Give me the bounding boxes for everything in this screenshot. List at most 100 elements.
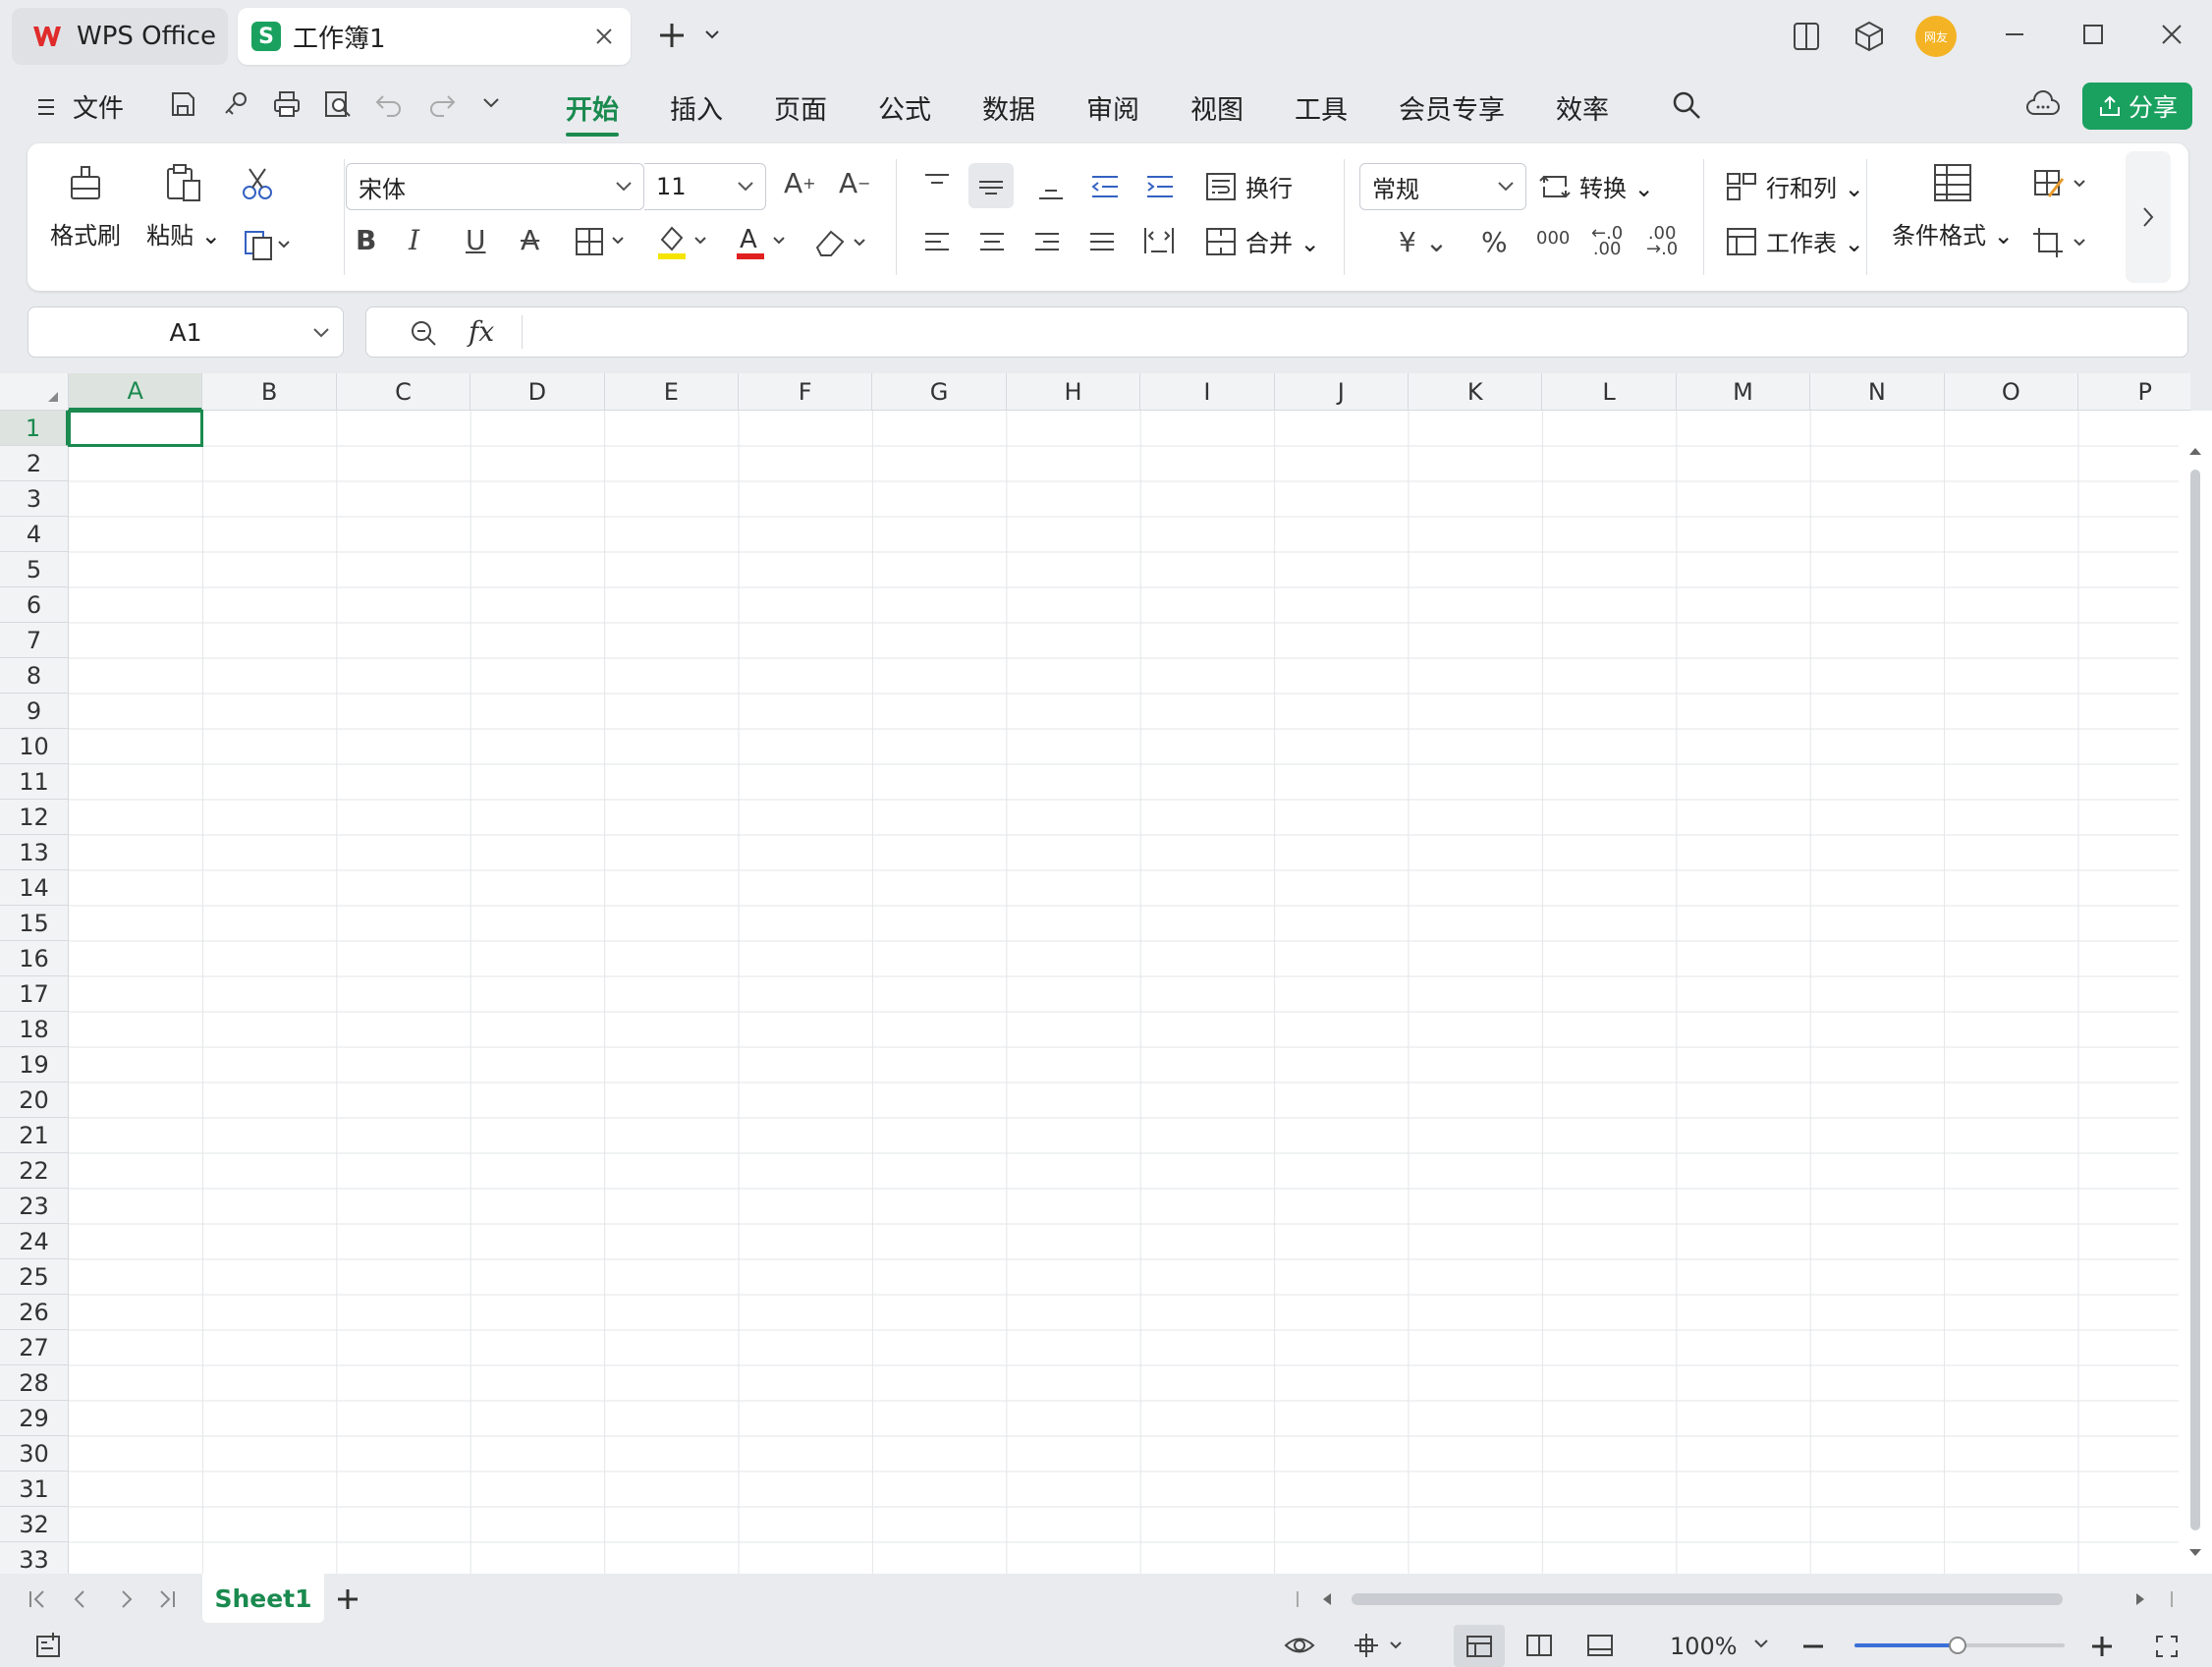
- row-header[interactable]: 5: [0, 552, 69, 587]
- zoom-in-icon[interactable]: [2088, 1633, 2116, 1660]
- row-header[interactable]: 23: [0, 1189, 69, 1224]
- row-header[interactable]: 8: [0, 658, 69, 694]
- thousands-separator-icon[interactable]: 000: [1536, 228, 1570, 249]
- row-header[interactable]: 22: [0, 1153, 69, 1189]
- cell-style-icon[interactable]: [2031, 167, 2090, 202]
- row-header[interactable]: 26: [0, 1295, 69, 1330]
- row-header[interactable]: 3: [0, 481, 69, 517]
- zoom-slider-thumb[interactable]: [1949, 1637, 1966, 1654]
- column-header[interactable]: L: [1542, 373, 1677, 411]
- row-header[interactable]: 18: [0, 1012, 69, 1047]
- clear-format-icon[interactable]: [811, 226, 870, 259]
- tab-efficiency[interactable]: 效率: [1556, 88, 1609, 127]
- align-middle-icon[interactable]: [968, 163, 1014, 208]
- row-header[interactable]: 2: [0, 446, 69, 481]
- cloud-icon[interactable]: [2025, 90, 2061, 120]
- underline-icon[interactable]: U: [466, 224, 486, 256]
- row-header[interactable]: 10: [0, 729, 69, 764]
- close-tab-icon[interactable]: [591, 24, 617, 49]
- scroll-left-icon[interactable]: [1320, 1591, 1334, 1607]
- merge-button[interactable]: 合并 ⌄: [1204, 224, 1320, 258]
- row-header[interactable]: 30: [0, 1436, 69, 1472]
- zoom-formula-icon[interactable]: [408, 317, 439, 349]
- add-sheet-icon[interactable]: [334, 1585, 361, 1613]
- row-header[interactable]: 32: [0, 1507, 69, 1542]
- tab-member[interactable]: 会员专享: [1399, 88, 1505, 127]
- row-header[interactable]: 28: [0, 1365, 69, 1401]
- align-center-icon[interactable]: [976, 228, 1008, 255]
- conditional-format-button[interactable]: 条件格式 ⌄: [1892, 161, 2014, 250]
- fill-color-icon[interactable]: [654, 222, 713, 261]
- decrease-font-icon[interactable]: A −: [839, 167, 871, 199]
- italic-icon[interactable]: I: [409, 224, 419, 256]
- align-right-icon[interactable]: [1031, 228, 1063, 255]
- print-preview-icon[interactable]: [322, 88, 354, 120]
- fx-icon[interactable]: fx: [469, 315, 494, 348]
- tab-tools[interactable]: 工具: [1295, 88, 1348, 127]
- column-header[interactable]: O: [1944, 373, 2078, 411]
- row-header[interactable]: 21: [0, 1118, 69, 1153]
- row-header[interactable]: 20: [0, 1083, 69, 1118]
- column-header[interactable]: I: [1140, 373, 1275, 411]
- column-header[interactable]: H: [1006, 373, 1141, 411]
- wps-home-tab[interactable]: WPS Office: [12, 8, 228, 65]
- print-icon[interactable]: [271, 88, 303, 120]
- zoom-dropdown-icon[interactable]: [1752, 1639, 1770, 1650]
- row-header[interactable]: 17: [0, 976, 69, 1012]
- share-link-icon[interactable]: [220, 88, 251, 120]
- eye-protection-icon[interactable]: [1283, 1631, 1316, 1660]
- align-top-icon[interactable]: [921, 171, 953, 198]
- paste-button[interactable]: 粘贴 ⌄: [146, 161, 221, 250]
- row-header[interactable]: 15: [0, 906, 69, 941]
- column-header[interactable]: G: [872, 373, 1007, 411]
- column-header[interactable]: D: [470, 373, 605, 411]
- decrease-decimal-icon[interactable]: .00 →.0: [1646, 225, 1678, 258]
- file-menu[interactable]: 文件: [35, 88, 124, 125]
- column-header[interactable]: C: [336, 373, 471, 411]
- column-header[interactable]: B: [202, 373, 337, 411]
- close-window-icon[interactable]: [2157, 20, 2186, 49]
- worksheet-button[interactable]: 工作表 ⌄: [1725, 224, 1864, 258]
- copy-icon[interactable]: [242, 226, 291, 261]
- cube-icon[interactable]: [1853, 20, 1886, 53]
- save-icon[interactable]: [167, 88, 198, 120]
- tab-home[interactable]: 开始: [566, 88, 619, 137]
- tab-formula[interactable]: 公式: [878, 88, 931, 127]
- column-header[interactable]: F: [739, 373, 873, 411]
- page-break-view-icon[interactable]: [1585, 1633, 1615, 1658]
- scroll-right-icon[interactable]: [2133, 1591, 2147, 1607]
- convert-button[interactable]: 转换 ⌄: [1538, 169, 1654, 203]
- search-icon[interactable]: [1670, 88, 1703, 122]
- row-header[interactable]: 16: [0, 941, 69, 976]
- macro-record-icon[interactable]: [33, 1631, 65, 1660]
- increase-font-icon[interactable]: A +: [784, 167, 816, 199]
- ribbon-scroll-right-button[interactable]: [2126, 151, 2171, 283]
- row-header[interactable]: 31: [0, 1472, 69, 1507]
- zoom-slider[interactable]: [1854, 1637, 2065, 1654]
- increase-decimal-icon[interactable]: ←.0.00: [1591, 225, 1623, 258]
- share-button[interactable]: 分享: [2082, 83, 2192, 130]
- currency-icon[interactable]: ¥ ⌄: [1399, 226, 1448, 258]
- distribute-icon[interactable]: [1141, 224, 1177, 257]
- first-sheet-icon[interactable]: [26, 1587, 49, 1611]
- last-sheet-icon[interactable]: [155, 1587, 179, 1611]
- quick-access-chevron-icon[interactable]: [481, 96, 501, 110]
- row-header[interactable]: 12: [0, 800, 69, 835]
- align-left-icon[interactable]: [921, 228, 953, 255]
- row-header[interactable]: 33: [0, 1542, 69, 1574]
- horizontal-scroll-thumb[interactable]: [1352, 1593, 2063, 1605]
- maximize-icon[interactable]: [2078, 20, 2108, 49]
- justify-icon[interactable]: [1086, 228, 1118, 255]
- row-header[interactable]: 7: [0, 623, 69, 658]
- row-header[interactable]: 24: [0, 1224, 69, 1259]
- zoom-out-icon[interactable]: [1799, 1633, 1827, 1660]
- tab-page[interactable]: 页面: [774, 88, 827, 127]
- row-header[interactable]: 9: [0, 694, 69, 729]
- fullscreen-icon[interactable]: [2153, 1633, 2181, 1660]
- column-header[interactable]: A: [69, 373, 203, 411]
- column-header[interactable]: K: [1409, 373, 1543, 411]
- normal-view-icon[interactable]: [1454, 1625, 1505, 1667]
- scroll-up-icon[interactable]: [2186, 444, 2204, 458]
- tab-insert[interactable]: 插入: [670, 88, 723, 127]
- reading-mode-icon[interactable]: [1790, 20, 1823, 53]
